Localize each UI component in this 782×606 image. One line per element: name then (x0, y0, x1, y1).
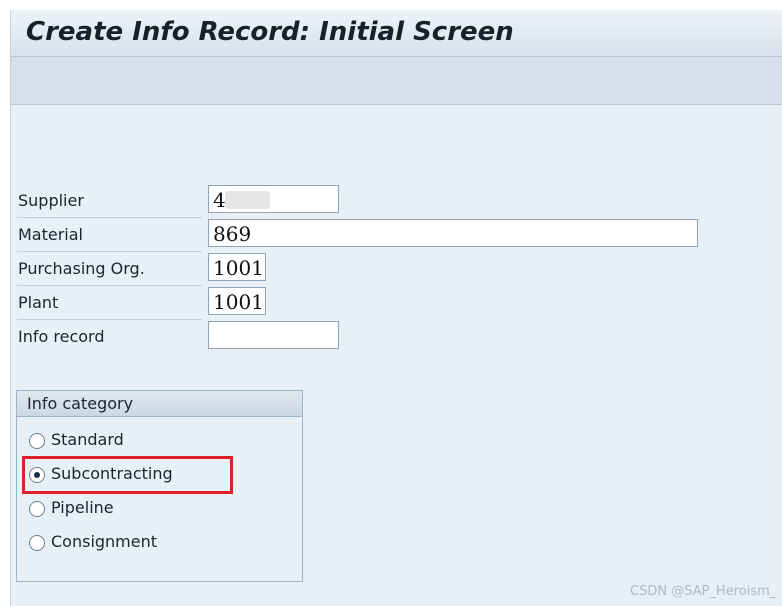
info-record-label: Info record (18, 327, 105, 346)
highlight-box (22, 456, 233, 494)
watermark: CSDN @SAP_Heroism_ (630, 584, 777, 599)
radio-label: Standard (51, 430, 124, 449)
supplier-field[interactable]: 4 (208, 185, 339, 213)
info-record-row: Info record (17, 320, 782, 354)
radio-button-icon[interactable] (29, 535, 45, 551)
supplier-label: Supplier (17, 184, 202, 218)
purchasing-org-field[interactable]: 1001 (208, 253, 266, 281)
page-title: Create Info Record: Initial Screen (26, 17, 514, 47)
material-row: Material 869 (17, 218, 782, 252)
redacted-blur (225, 191, 270, 209)
supplier-row: Supplier 4 (17, 184, 782, 218)
purchasing-org-row: Purchasing Org. 1001 (17, 252, 782, 286)
plant-label: Plant (17, 286, 202, 320)
supplier-value: 4 (213, 188, 226, 212)
plant-field[interactable]: 1001 (208, 287, 266, 315)
info-category-header: Info category (17, 391, 302, 417)
material-label: Material (17, 218, 202, 252)
material-field[interactable]: 869 (208, 219, 698, 247)
application-toolbar (11, 57, 782, 105)
radio-label: Consignment (51, 532, 158, 551)
title-bar: Create Info Record: Initial Screen (11, 10, 782, 57)
sap-window: Create Info Record: Initial Screen Suppl… (10, 10, 782, 606)
info-category-title: Info category (27, 394, 134, 413)
radio-button-icon[interactable] (29, 433, 45, 449)
radio-button-icon[interactable] (29, 501, 45, 517)
plant-row: Plant 1001 (17, 286, 782, 320)
purchasing-org-label: Purchasing Org. (17, 252, 202, 286)
radio-label: Pipeline (51, 498, 114, 517)
info-record-field[interactable] (208, 321, 339, 349)
